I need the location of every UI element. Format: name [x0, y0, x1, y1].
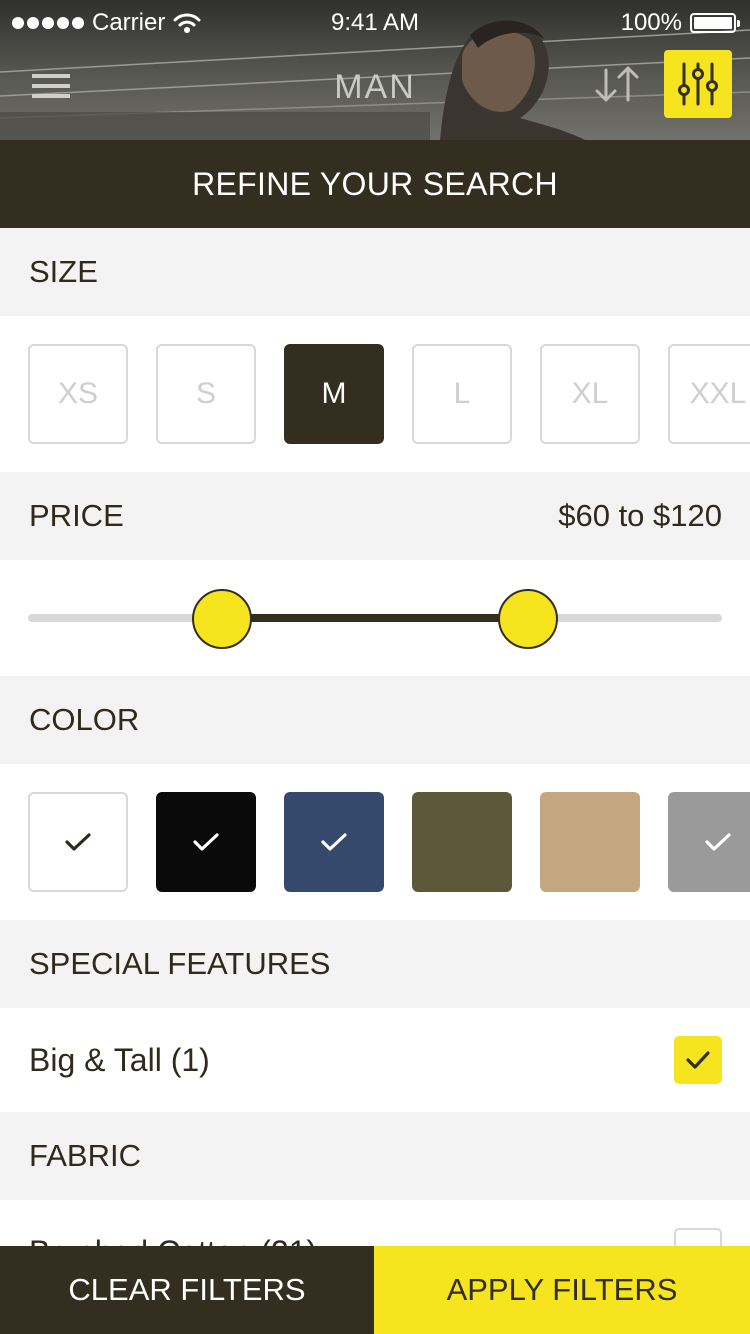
filter-scroll-area[interactable]: SIZE XS S M L XL XXL PRICE $60 to $120 COLOR … — [0, 228, 750, 1246]
checkmark-icon — [193, 833, 219, 851]
special-features-section-header: SPECIAL FEATURES — [0, 920, 750, 1008]
size-option-l[interactable]: L — [412, 344, 512, 444]
feature-item-label: Big & Tall (1) — [29, 1041, 210, 1078]
size-option-xl[interactable]: XL — [540, 344, 640, 444]
price-slider[interactable] — [0, 560, 750, 676]
filter-toggle-button[interactable] — [664, 50, 732, 118]
color-swatch[interactable] — [668, 792, 750, 892]
fabric-section-header: FABRIC — [0, 1112, 750, 1200]
color-swatch[interactable] — [284, 792, 384, 892]
size-section-title: SIZE — [29, 254, 98, 289]
sliders-filter-icon — [678, 62, 718, 106]
clear-filters-button[interactable]: CLEAR FILTERS — [0, 1246, 374, 1334]
size-option-s[interactable]: S — [156, 344, 256, 444]
fabric-item-label: Brushed Cotton (21) — [29, 1234, 317, 1247]
battery-indicator: 100% — [620, 9, 740, 37]
filter-actions-bar: CLEAR FILTERS APPLY FILTERS — [0, 1246, 750, 1334]
clear-filters-label: CLEAR FILTERS — [68, 1272, 306, 1307]
sort-arrows-icon[interactable] — [590, 60, 646, 110]
price-max-handle[interactable] — [497, 589, 558, 649]
hero-header: Carrier 9:41 AM 100% MAN — [0, 0, 750, 140]
size-option-xxl[interactable]: XXL — [668, 344, 750, 444]
size-options: XS S M L XL XXL — [0, 316, 750, 472]
price-section-header: PRICE $60 to $120 — [0, 472, 750, 560]
battery-level-fill — [694, 17, 732, 29]
color-section-title: COLOR — [29, 702, 140, 737]
color-swatch[interactable] — [28, 792, 128, 892]
color-options — [0, 764, 750, 920]
fabric-section-title: FABRIC — [29, 1138, 141, 1173]
color-swatch[interactable] — [156, 792, 256, 892]
status-bar: Carrier 9:41 AM 100% — [0, 0, 750, 44]
checkmark-icon — [321, 833, 347, 851]
feature-item-big-and-tall[interactable]: Big & Tall (1) — [0, 1008, 750, 1112]
size-option-xs[interactable]: XS — [28, 344, 128, 444]
feature-checkbox[interactable] — [674, 1036, 722, 1084]
fabric-checkbox[interactable] — [674, 1228, 722, 1246]
price-section-title: PRICE — [29, 498, 124, 533]
refine-search-header: REFINE YOUR SEARCH — [0, 140, 750, 228]
fabric-item-brushed-cotton[interactable]: Brushed Cotton (21) — [0, 1200, 750, 1246]
price-slider-selected-range — [222, 614, 528, 622]
refine-search-title: REFINE YOUR SEARCH — [192, 165, 558, 202]
apply-filters-button[interactable]: APPLY FILTERS — [374, 1246, 750, 1334]
navigation-bar: MAN — [0, 44, 750, 140]
color-swatch[interactable] — [540, 792, 640, 892]
price-range-value: $60 to $120 — [558, 498, 722, 533]
battery-percent: 100% — [620, 9, 682, 36]
color-section-header: COLOR — [0, 676, 750, 764]
checkmark-icon — [65, 833, 91, 851]
apply-filters-label: APPLY FILTERS — [446, 1272, 678, 1307]
size-option-m[interactable]: M — [284, 344, 384, 444]
size-section-header: SIZE — [0, 228, 750, 316]
special-features-section-title: SPECIAL FEATURES — [29, 946, 331, 981]
battery-icon — [690, 13, 740, 33]
checkmark-icon — [705, 833, 731, 851]
price-min-handle[interactable] — [192, 589, 253, 649]
color-swatch[interactable] — [412, 792, 512, 892]
checkmark-icon — [686, 1051, 710, 1069]
